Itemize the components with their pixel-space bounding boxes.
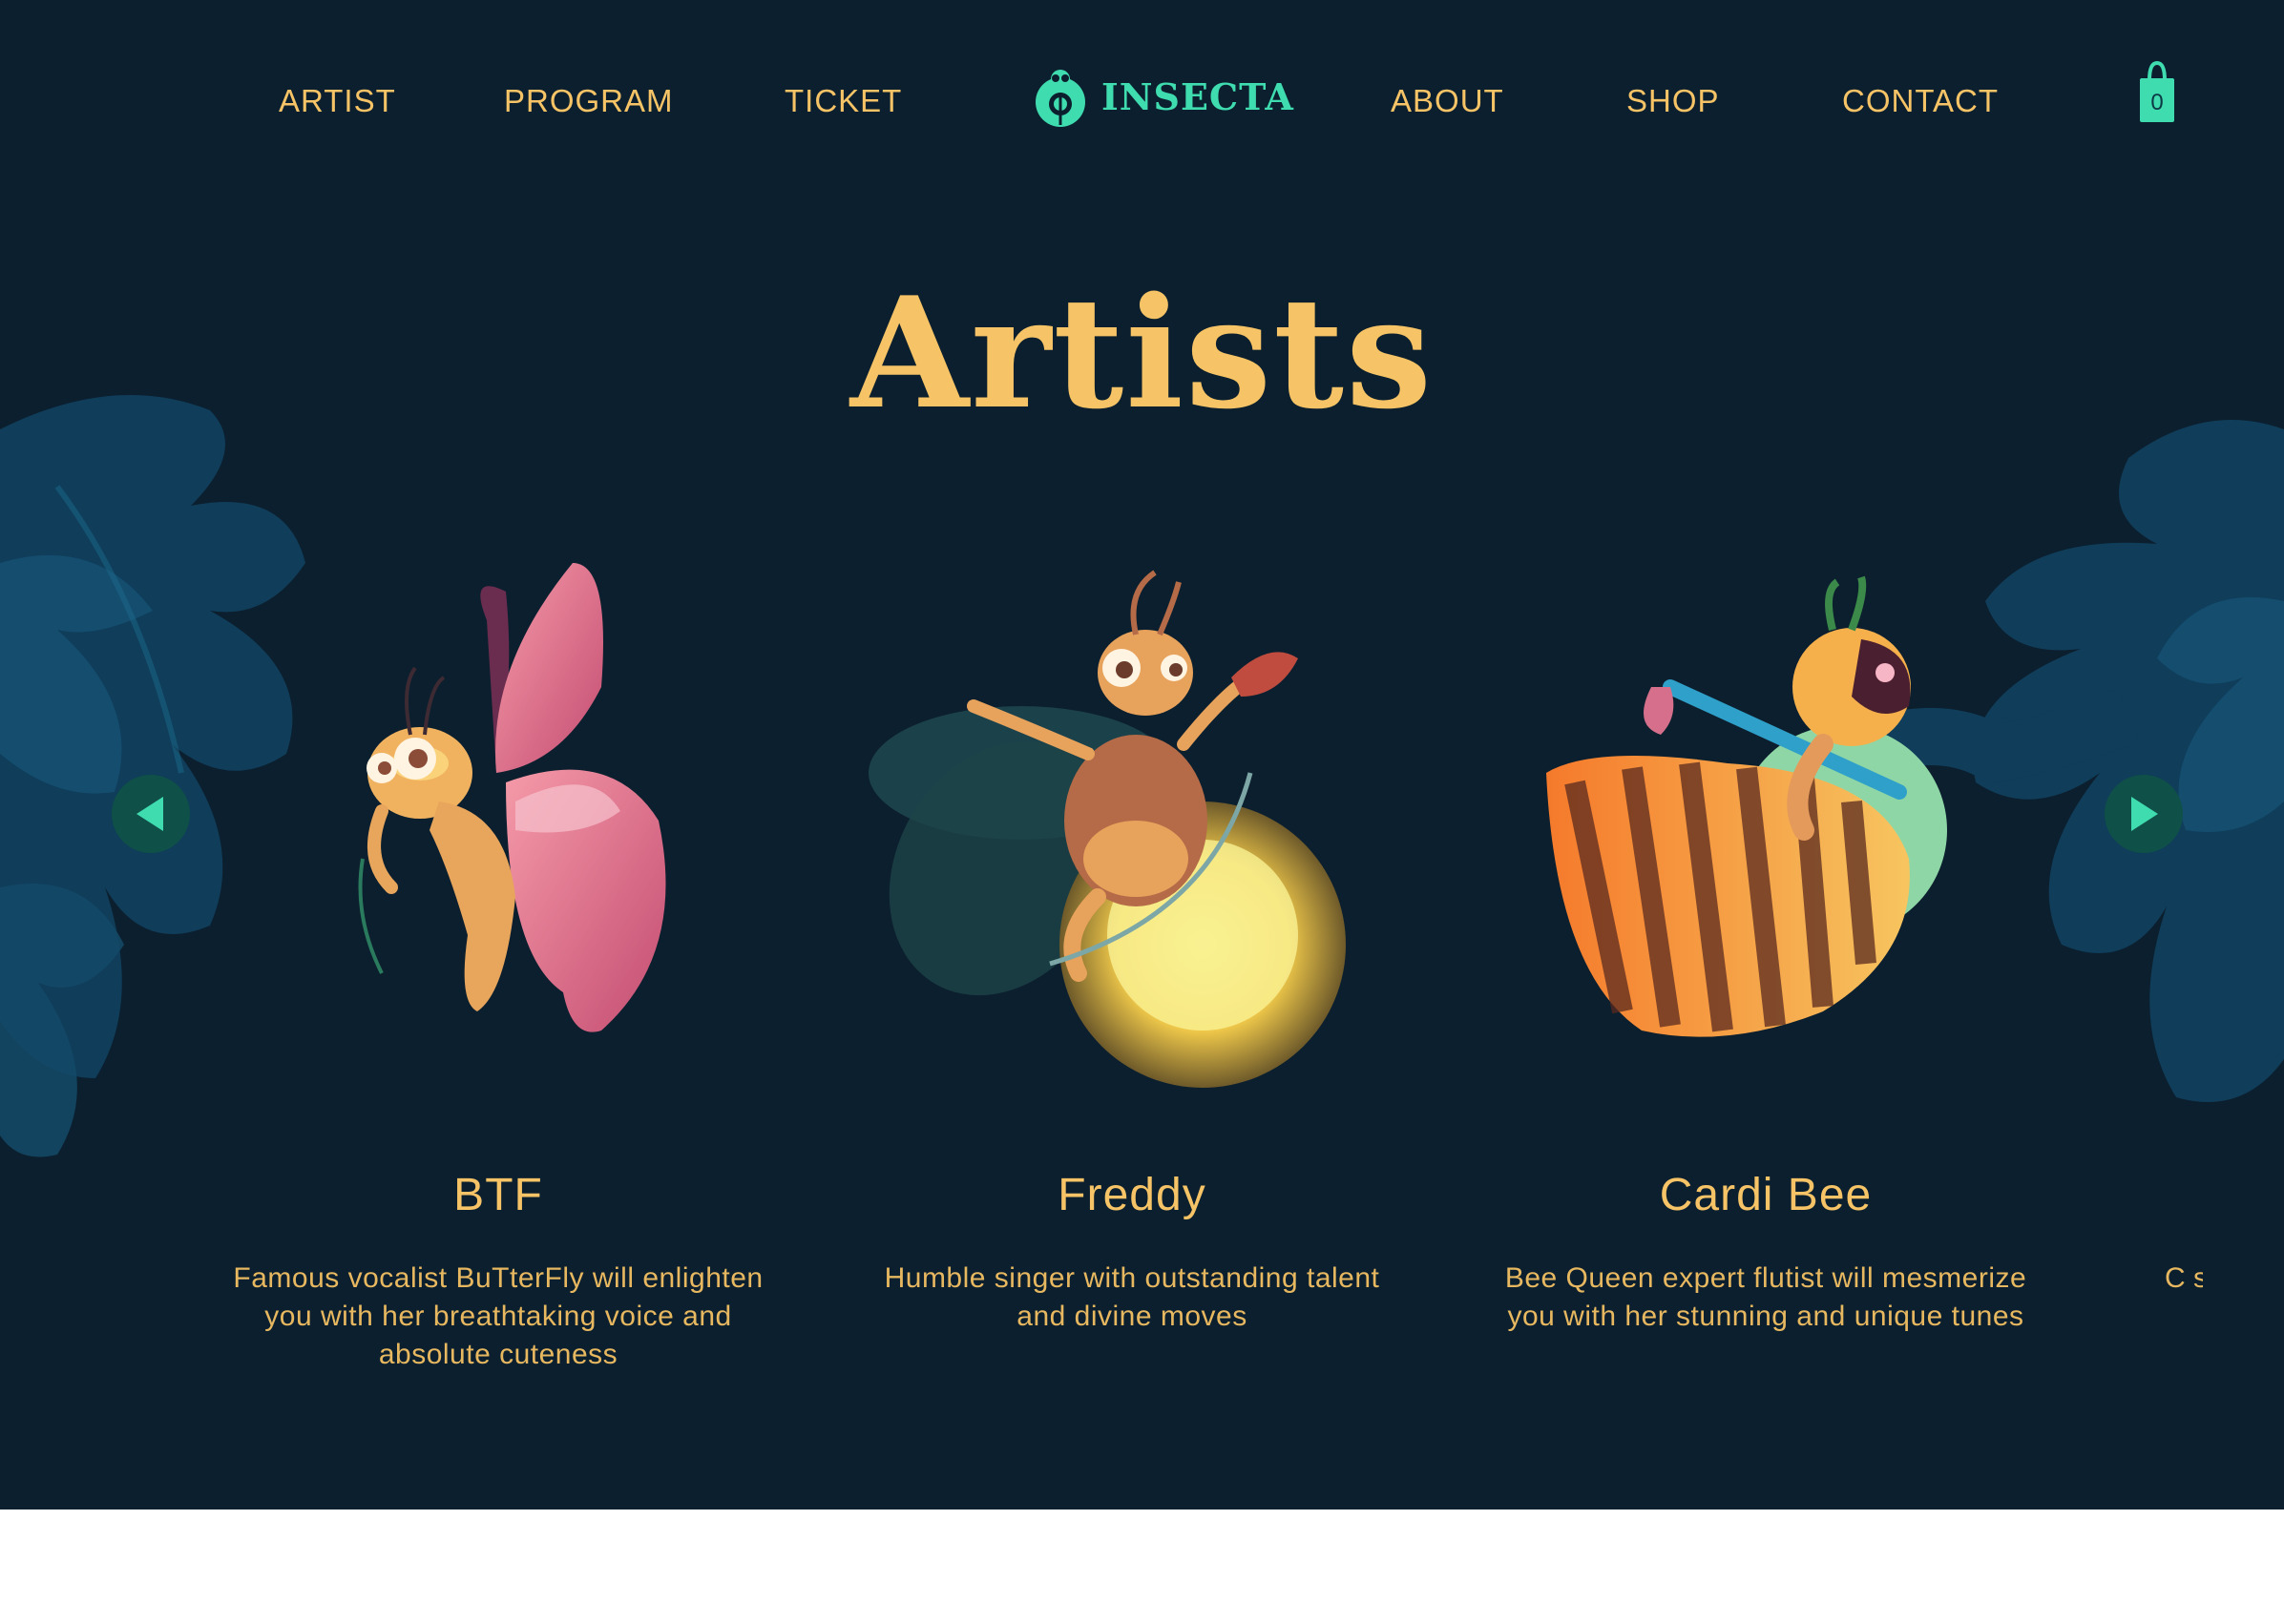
nav-link-program[interactable]: PROGRAM bbox=[504, 82, 674, 120]
site-logo[interactable]: INSECTA bbox=[1033, 63, 1294, 130]
artist-description: Famous vocalist BuTterFly will enlighten… bbox=[233, 1262, 764, 1370]
artists-page: ARTIST PROGRAM TICKET INSECTA ABOUT SHOP… bbox=[0, 0, 2284, 1509]
nav-link-artist[interactable]: ARTIST bbox=[279, 82, 396, 120]
artist-name: Cardi Bee bbox=[1659, 1170, 1873, 1220]
nav-link-about[interactable]: ABOUT bbox=[1391, 82, 1504, 120]
nav-link-ticket[interactable]: TICKET bbox=[785, 82, 902, 120]
artist-description: Humble singer with outstanding talent an… bbox=[884, 1262, 1380, 1332]
artist-illustration-cardi-bee bbox=[1546, 575, 1947, 1037]
artist-description: Bee Queen expert flutist will mesmerize … bbox=[1504, 1262, 2027, 1332]
artist-illustration-btf bbox=[358, 563, 666, 1032]
nav-link-contact[interactable]: CONTACT bbox=[1842, 82, 1999, 120]
artist-illustration-freddy bbox=[869, 570, 1346, 1088]
insect-logo-icon bbox=[1036, 70, 1085, 127]
arrow-left-icon bbox=[136, 797, 163, 831]
carousel-prev-button[interactable] bbox=[112, 775, 190, 853]
next-artist-peek-description: C sl bbox=[2165, 1262, 2203, 1294]
carousel-next-button[interactable] bbox=[2105, 775, 2183, 853]
artist-name: BTF bbox=[453, 1170, 543, 1220]
logo-text: INSECTA bbox=[1101, 74, 1294, 118]
cart-button[interactable]: 0 bbox=[2138, 57, 2180, 124]
nav-link-shop[interactable]: SHOP bbox=[1626, 82, 1720, 120]
artist-name: Freddy bbox=[1058, 1170, 1206, 1220]
cart-count: 0 bbox=[2150, 90, 2164, 115]
arrow-right-icon bbox=[2131, 797, 2158, 831]
